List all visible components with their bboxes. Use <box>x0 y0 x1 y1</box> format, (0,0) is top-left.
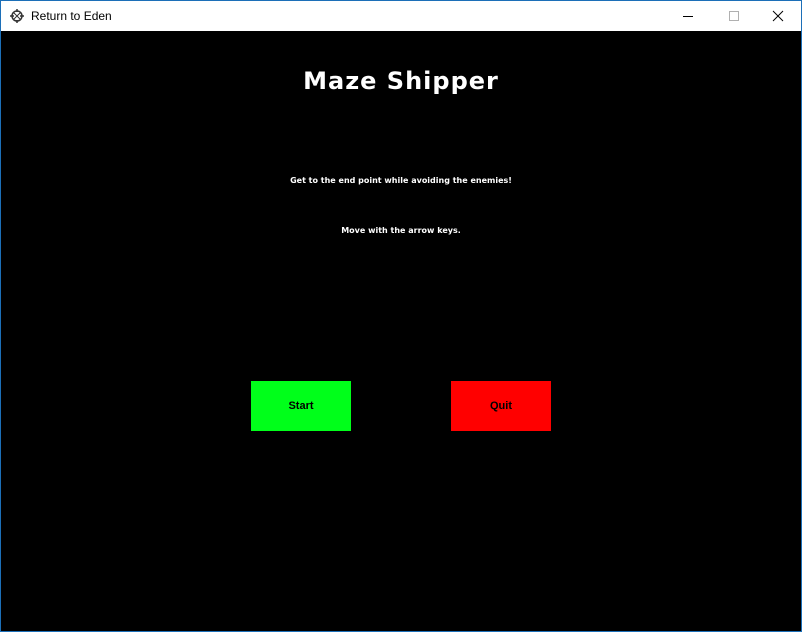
maximize-icon <box>729 11 739 21</box>
game-app-icon <box>9 8 25 24</box>
maximize-button[interactable] <box>711 1 757 31</box>
game-title: Maze Shipper <box>303 67 499 95</box>
instruction-goal: Get to the end point while avoiding the … <box>290 176 512 185</box>
game-canvas[interactable]: Maze Shipper Get to the end point while … <box>1 31 801 631</box>
minimize-button[interactable] <box>665 1 711 31</box>
quit-button[interactable]: Quit <box>451 381 551 431</box>
app-window: Return to Eden Maze Shipper Get to the e… <box>0 0 802 632</box>
close-button[interactable] <box>755 1 801 31</box>
minimize-icon <box>683 16 693 17</box>
start-button[interactable]: Start <box>251 381 351 431</box>
instruction-controls: Move with the arrow keys. <box>341 226 461 235</box>
title-bar[interactable]: Return to Eden <box>1 1 801 31</box>
close-icon <box>772 10 784 22</box>
window-title: Return to Eden <box>31 9 112 23</box>
